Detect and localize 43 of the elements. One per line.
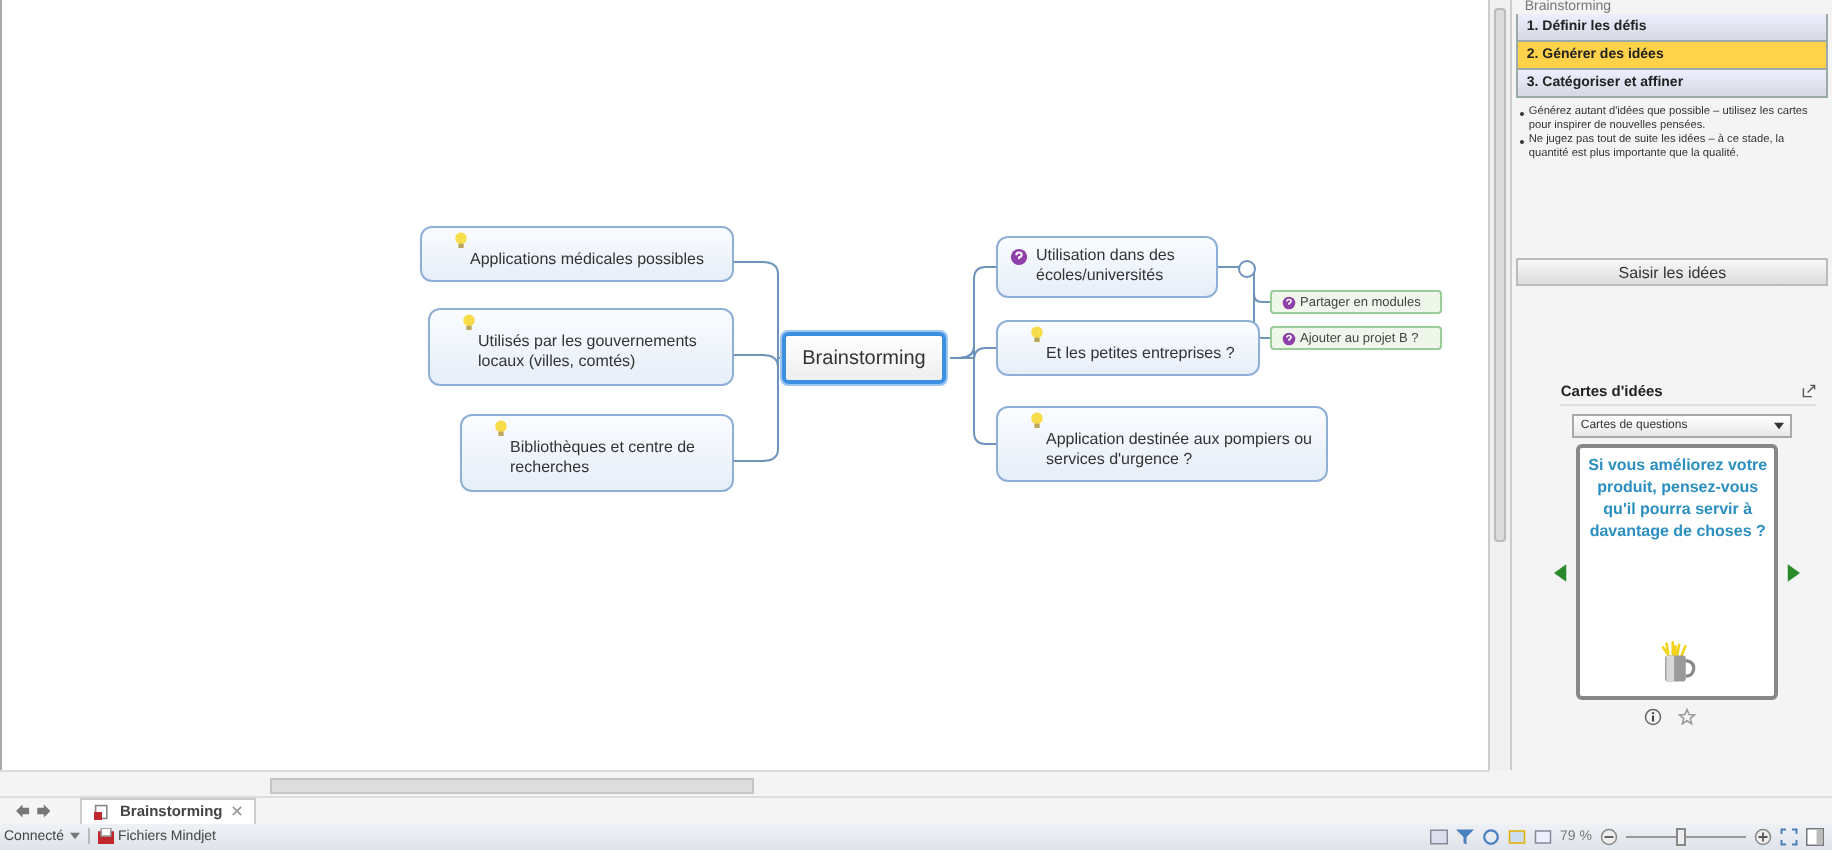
lightbulb-icon (1030, 412, 1044, 430)
topic-node[interactable]: Applications médicales possibles (420, 226, 734, 282)
zoom-in-icon[interactable] (1754, 827, 1772, 846)
enter-ideas-button[interactable]: Saisir les idées (1516, 258, 1829, 286)
zoom-out-icon[interactable] (1600, 827, 1618, 846)
lightbulb-icon (462, 314, 476, 332)
horizontal-scrollbar[interactable] (0, 770, 1490, 796)
previous-arrow-icon[interactable] (1554, 563, 1569, 581)
lightbulb-icon (1030, 326, 1044, 344)
popout-icon[interactable] (1802, 384, 1817, 398)
star-icon[interactable] (1678, 708, 1697, 726)
topic-text: Et les petites entreprises ? (1044, 344, 1235, 364)
info-icon[interactable] (1644, 708, 1663, 726)
question-icon (1282, 295, 1296, 309)
topic-node[interactable]: Application destinée aux pompiers ou services d'urgence ? (996, 406, 1328, 482)
navigation-arrows-icon[interactable] (16, 803, 52, 818)
layout-icon[interactable] (1430, 827, 1449, 846)
mug-drawing (1657, 640, 1698, 684)
caret-icon (69, 831, 80, 840)
topic-text: Utilisation dans des écoles/universités (1036, 246, 1177, 286)
lightbulb-icon (454, 232, 468, 250)
topic-node[interactable]: Utilisés par les gouvernements locaux (villes, comtés) (428, 308, 734, 386)
topic-node[interactable]: Utilisation dans des écoles/universités (996, 236, 1218, 298)
topic-text: Application destinée aux pompiers ou services d'urgence ? (1044, 430, 1314, 470)
collapse-toggle[interactable] (1238, 259, 1256, 277)
central-topic[interactable]: Brainstorming (782, 332, 946, 384)
topic-text: Bibliothèques et centre de recherches (508, 438, 698, 478)
question-icon (1282, 331, 1296, 345)
fit-icon[interactable] (1780, 827, 1798, 846)
lightbulb-icon (494, 420, 508, 438)
close-icon[interactable] (232, 806, 243, 817)
folder-icon (97, 828, 114, 845)
topic-text: Applications médicales possibles (468, 250, 704, 270)
caret-icon (1774, 422, 1785, 430)
topic-text: Utilisés par les gouvernements locaux (villes, comtés) (476, 332, 699, 372)
document-icon (94, 803, 110, 820)
topic-node[interactable]: Bibliothèques et centre de recherches (460, 414, 734, 492)
vertical-scrollbar[interactable] (1488, 0, 1511, 770)
card-question: Si vous améliorez votre produit, pensez-vous qu'il pourra servir à davantage de choses ? (1586, 454, 1770, 542)
question-icon (1010, 248, 1028, 266)
next-arrow-icon[interactable] (1786, 563, 1801, 581)
panel-icon[interactable] (1806, 827, 1824, 846)
topic-node[interactable]: Et les petites entreprises ? (996, 320, 1260, 376)
